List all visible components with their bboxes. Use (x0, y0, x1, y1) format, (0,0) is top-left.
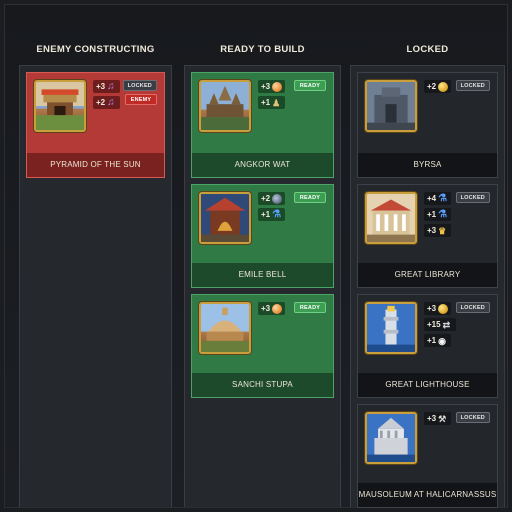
science-icon: ⚗ (438, 192, 448, 204)
wonder-card-great-lighthouse[interactable]: +3 +15 ⇄ +1 ◉ LOCKED GREAT LIGHTHOUSE (357, 294, 498, 398)
wonder-card-pyramid-of-the-sun[interactable]: +3 ♫ +2 ♫ LOCKED ENEMY PYRAMID OF THE SUN (26, 72, 165, 178)
yield-item: +3 (258, 80, 286, 93)
ready-badge: READY (294, 80, 326, 91)
faith-icon (272, 303, 283, 314)
yield-list: +3 +1 ♟ (258, 80, 286, 112)
column-header-ready: READY TO BUILD (220, 44, 305, 55)
yield-list: +4 ⚗ +1 ⚗ +3 ♛ (424, 192, 452, 240)
wonder-name: BYRSA (358, 153, 497, 177)
yield-item: +3 ⚒ (424, 412, 452, 425)
wonder-portrait (365, 80, 417, 132)
hammer-icon: ⚒ (438, 413, 447, 424)
trophy-icon: ♛ (438, 225, 447, 236)
wonder-portrait (199, 302, 251, 354)
citizen-icon: ♟ (272, 97, 281, 108)
locked-badge: LOCKED (455, 302, 490, 313)
ready-to-build-column: +3 +1 ♟ READY ANGKOR WAT +2 +1 ⚗ READY EMI… (184, 65, 341, 507)
wonder-card-mausoleum-at-halicarnassus[interactable]: +3 ⚒ LOCKED MAUSOLEUM AT HALICARNASSUS (357, 404, 498, 508)
yield-item: +3 (424, 302, 452, 315)
yield-item: +1 ♟ (258, 96, 286, 109)
wonder-name: EMILE BELL (192, 263, 333, 287)
globe-icon (272, 193, 283, 204)
yield-list: +3 +15 ⇄ +1 ◉ (424, 302, 456, 350)
yield-item: +3 ♫ (93, 80, 121, 93)
wonder-portrait (199, 80, 251, 132)
yield-item: +3 (258, 302, 286, 315)
trade-route-icon: ⇄ (442, 319, 451, 330)
wonder-card-angkor-wat[interactable]: +3 +1 ♟ READY ANGKOR WAT (191, 72, 334, 178)
yield-list: +3 ⚒ (424, 412, 452, 428)
enemy-badge: ENEMY (125, 94, 157, 105)
yield-item: +1 ◉ (424, 334, 452, 347)
yield-item: +3 ♛ (424, 224, 452, 237)
wonder-card-emile-bell[interactable]: +2 +1 ⚗ READY EMILE BELL (191, 184, 334, 288)
yield-list: +3 (258, 302, 286, 318)
yield-item: +1 ⚗ (258, 208, 286, 221)
column-header-enemy: ENEMY CONSTRUCTING (36, 44, 155, 55)
faith-icon (272, 81, 283, 92)
wonder-panel: ENEMY CONSTRUCTING READY TO BUILD LOCKED… (4, 4, 508, 508)
ready-badge: READY (294, 302, 326, 313)
yield-item: +2 (424, 80, 452, 93)
music-icon: ♫ (107, 96, 115, 108)
wonder-portrait (365, 412, 417, 464)
wonder-portrait (199, 192, 251, 244)
eye-icon: ◉ (438, 335, 446, 346)
yield-list: +2 +1 ⚗ (258, 192, 286, 224)
wonder-name: MAUSOLEUM AT HALICARNASSUS (358, 483, 497, 507)
wonder-card-byrsa[interactable]: +2 LOCKED BYRSA (357, 72, 498, 178)
enemy-constructing-column: +3 ♫ +2 ♫ LOCKED ENEMY PYRAMID OF THE SUN (19, 65, 172, 507)
wonder-portrait (365, 302, 417, 354)
wonder-name: SANCHI STUPA (192, 373, 333, 397)
wonder-name: PYRAMID OF THE SUN (27, 153, 164, 177)
wonder-portrait (34, 80, 86, 132)
wonder-card-great-library[interactable]: +4 ⚗ +1 ⚗ +3 ♛ LOCKED GREAT LIBRARY (357, 184, 498, 288)
gold-icon (438, 303, 449, 314)
yield-item: +2 (258, 192, 286, 205)
locked-badge: LOCKED (122, 80, 157, 91)
locked-badge: LOCKED (455, 192, 490, 203)
yield-item: +2 ♫ (93, 96, 121, 109)
science-icon: ⚗ (438, 208, 448, 220)
locked-column: +2 LOCKED BYRSA +4 ⚗ +1 ⚗ +3 ♛ LOCKED GREAT… (350, 65, 505, 508)
science-icon: ⚗ (272, 208, 282, 220)
wonder-card-sanchi-stupa[interactable]: +3 READY SANCHI STUPA (191, 294, 334, 398)
yield-item: +4 ⚗ (424, 192, 452, 205)
yield-item: +15 ⇄ (424, 318, 456, 331)
yield-item: +1 ⚗ (424, 208, 452, 221)
wonder-name: GREAT LIGHTHOUSE (358, 373, 497, 397)
music-icon: ♫ (107, 80, 115, 92)
gold-icon (438, 81, 449, 92)
wonder-portrait (365, 192, 417, 244)
ready-badge: READY (294, 192, 326, 203)
wonder-name: GREAT LIBRARY (358, 263, 497, 287)
locked-badge: LOCKED (455, 80, 490, 91)
locked-badge: LOCKED (455, 412, 490, 423)
yield-list: +2 (424, 80, 452, 96)
column-header-locked: LOCKED (406, 44, 449, 55)
wonder-name: ANGKOR WAT (192, 153, 333, 177)
yield-list: +3 ♫ +2 ♫ (93, 80, 121, 112)
